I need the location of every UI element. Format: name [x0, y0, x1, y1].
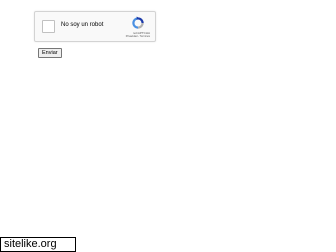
- recaptcha-links[interactable]: Privacidad - Términos: [126, 35, 150, 38]
- recaptcha-logo-icon: [132, 16, 144, 29]
- recaptcha-checkbox[interactable]: [42, 20, 55, 33]
- submit-button[interactable]: Enviar: [38, 48, 62, 58]
- watermark: sitelike.org: [0, 237, 76, 252]
- recaptcha-label: No soy un robot: [61, 22, 104, 28]
- page: No soy un robot reCAPTCHA Privacidad - T…: [0, 0, 336, 252]
- recaptcha-widget: No soy un robot reCAPTCHA Privacidad - T…: [34, 11, 156, 42]
